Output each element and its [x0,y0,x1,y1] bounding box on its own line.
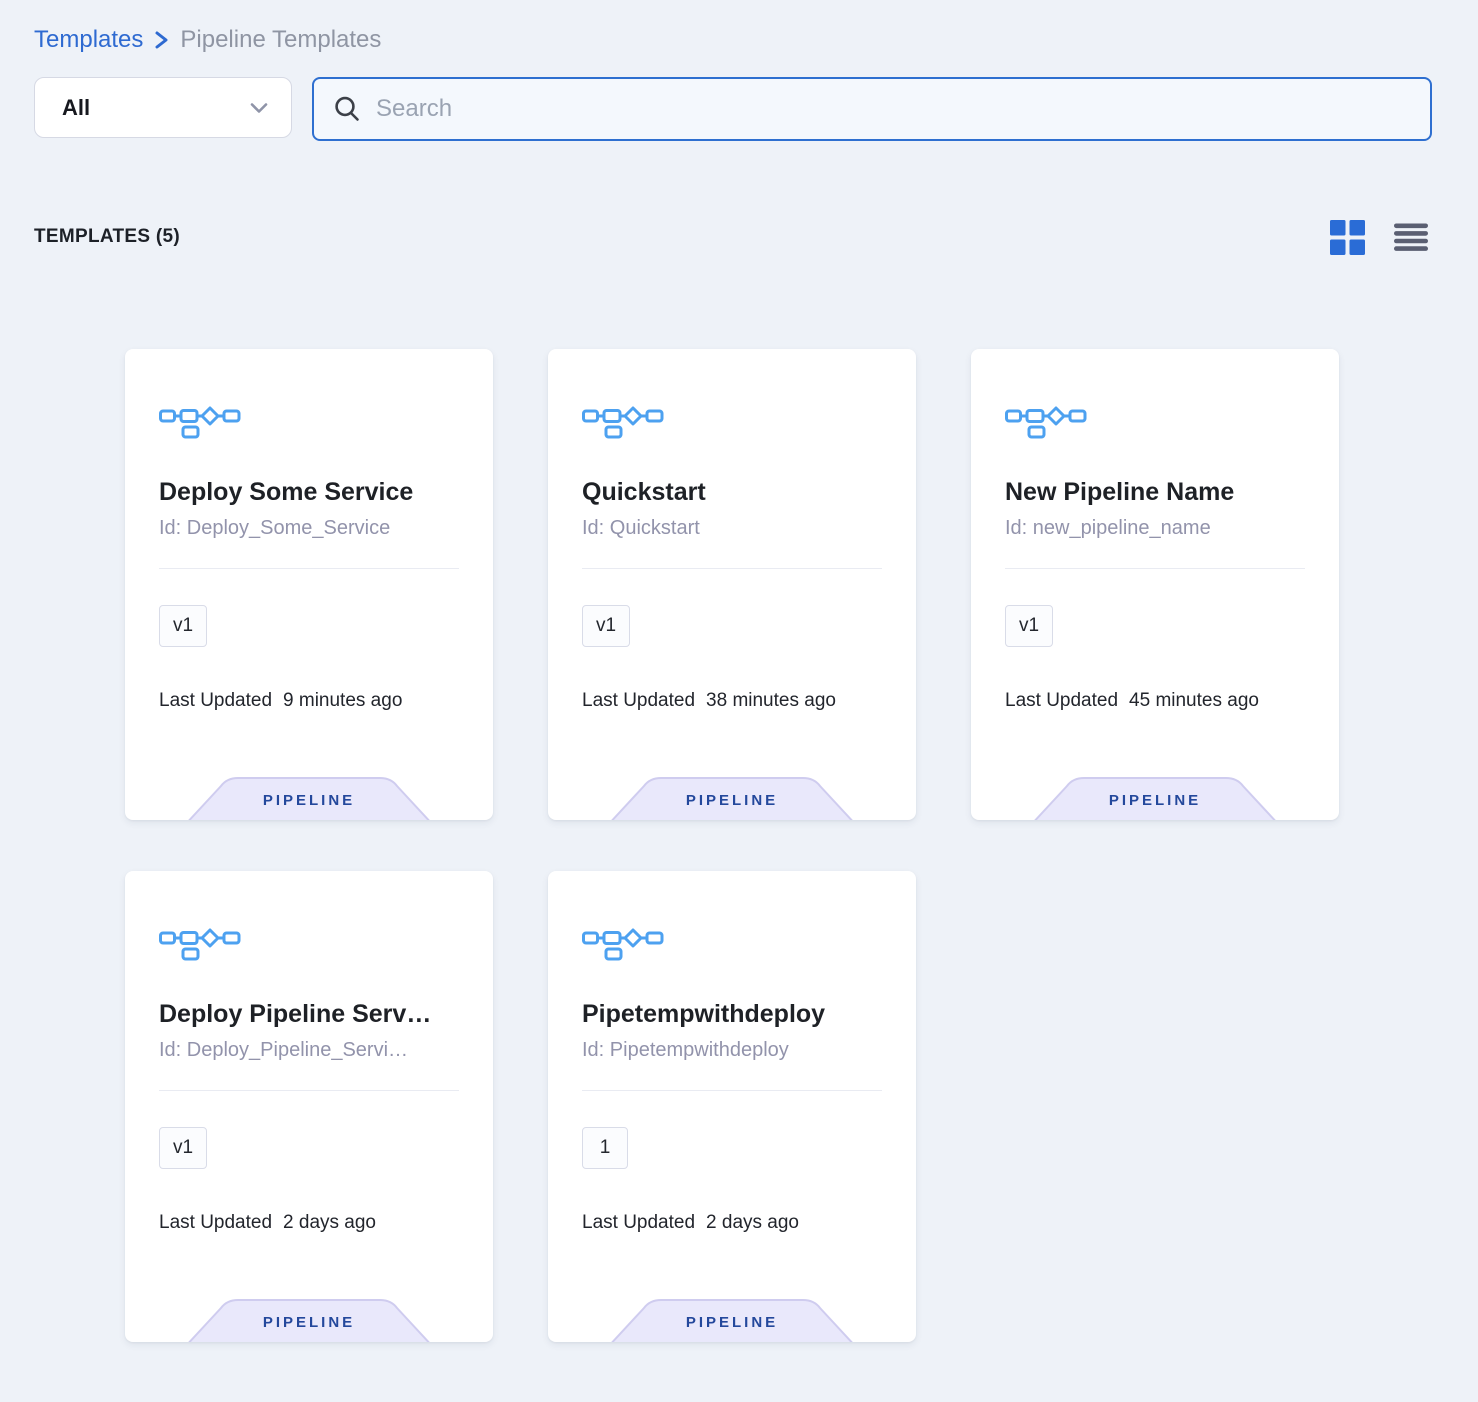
last-updated-row: Last Updated 38 minutes ago [582,690,882,712]
card-divider [582,568,882,569]
templates-count-heading: TEMPLATES (5) [34,226,180,248]
version-badge: v1 [159,1127,207,1169]
version-badge: v1 [159,605,207,647]
list-view-icon [1394,220,1428,254]
last-updated-label: Last Updated [1005,690,1118,712]
list-view-button[interactable] [1394,219,1428,255]
card-title: New Pipeline Name [1005,478,1305,507]
entity-type-tag: PIPELINE [609,777,855,820]
card-title: Deploy Some Service [159,478,459,507]
version-badge: 1 [582,1127,628,1169]
pipeline-graph-icon [1005,349,1305,432]
card-divider [159,568,459,569]
card-id: Id: Deploy_Pipeline_Servi… [159,1039,459,1062]
last-updated-value: 2 days ago [706,1212,799,1234]
breadcrumb-chevron-icon [154,28,169,52]
search-box [312,77,1432,141]
version-badge: v1 [1005,605,1053,647]
card-id: Id: Deploy_Some_Service [159,517,459,540]
last-updated-row: Last Updated 9 minutes ago [159,690,459,712]
entity-type-tag-label: PIPELINE [609,1299,855,1342]
pipeline-templates-page: Templates Pipeline Templates All TEMPLAT… [0,0,1478,1402]
entity-type-tag-label: PIPELINE [186,1299,432,1342]
breadcrumb: Templates Pipeline Templates [34,26,381,54]
breadcrumb-link-templates[interactable]: Templates [34,26,143,54]
grid-view-icon [1330,220,1365,255]
toolbar: All [34,77,1432,141]
pipeline-graph-icon [159,871,459,954]
card-id: Id: Quickstart [582,517,882,540]
card-title: Quickstart [582,478,882,507]
entity-type-tag-label: PIPELINE [609,777,855,820]
grid-view-button[interactable] [1330,219,1365,255]
template-card[interactable]: Deploy Pipeline Serv… Id: Deploy_Pipelin… [125,871,493,1342]
breadcrumb-current: Pipeline Templates [180,26,381,54]
search-icon [333,95,361,123]
card-divider [159,1090,459,1091]
card-title: Deploy Pipeline Serv… [159,1000,459,1029]
last-updated-label: Last Updated [582,690,695,712]
template-card[interactable]: Quickstart Id: Quickstart v1 Last Update… [548,349,916,820]
template-card[interactable]: New Pipeline Name Id: new_pipeline_name … [971,349,1339,820]
last-updated-row: Last Updated 2 days ago [159,1212,459,1234]
view-toggles [1330,219,1428,255]
last-updated-label: Last Updated [159,1212,272,1234]
last-updated-value: 38 minutes ago [706,690,836,712]
last-updated-row: Last Updated 2 days ago [582,1212,882,1234]
last-updated-value: 45 minutes ago [1129,690,1259,712]
last-updated-label: Last Updated [582,1212,695,1234]
pipeline-graph-icon [582,349,882,432]
entity-type-tag: PIPELINE [1032,777,1278,820]
pipeline-graph-icon [159,349,459,432]
card-id: Id: Pipetempwithdeploy [582,1039,882,1062]
entity-type-tag: PIPELINE [186,777,432,820]
last-updated-value: 9 minutes ago [283,690,402,712]
section-header: TEMPLATES (5) [34,219,1428,255]
card-divider [582,1090,882,1091]
card-divider [1005,568,1305,569]
template-card[interactable]: Pipetempwithdeploy Id: Pipetempwithdeplo… [548,871,916,1342]
scope-filter-value: All [62,95,90,121]
last-updated-row: Last Updated 45 minutes ago [1005,690,1305,712]
pipeline-graph-icon [582,871,882,954]
entity-type-tag: PIPELINE [186,1299,432,1342]
last-updated-value: 2 days ago [283,1212,376,1234]
version-badge: v1 [582,605,630,647]
chevron-down-icon [249,101,269,115]
entity-type-tag: PIPELINE [609,1299,855,1342]
templates-grid: Deploy Some Service Id: Deploy_Some_Serv… [125,349,1339,1342]
search-input[interactable] [376,95,1411,123]
entity-type-tag-label: PIPELINE [1032,777,1278,820]
card-id: Id: new_pipeline_name [1005,517,1305,540]
template-card[interactable]: Deploy Some Service Id: Deploy_Some_Serv… [125,349,493,820]
last-updated-label: Last Updated [159,690,272,712]
card-title: Pipetempwithdeploy [582,1000,882,1029]
scope-filter-dropdown[interactable]: All [34,77,292,138]
entity-type-tag-label: PIPELINE [186,777,432,820]
